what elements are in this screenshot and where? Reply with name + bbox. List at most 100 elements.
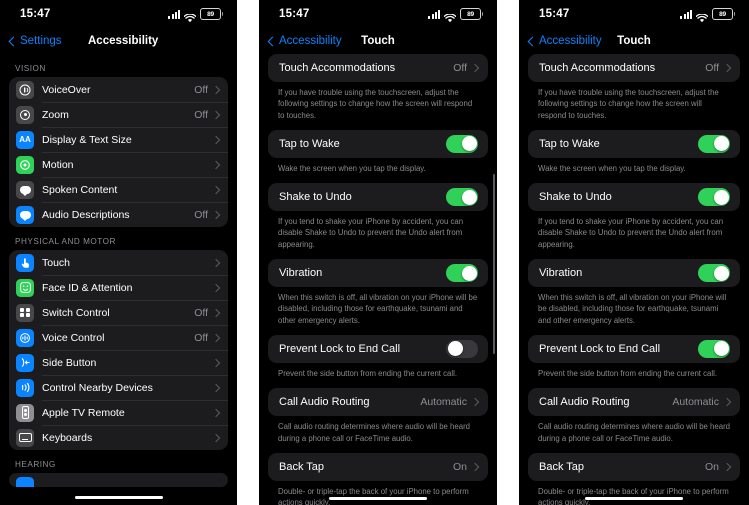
footnote-vibration: When this switch is off, all vibration o… (538, 293, 727, 325)
row-label: Prevent Lock to End Call (279, 342, 401, 355)
battery-icon: 89 (460, 8, 483, 20)
sidebar-item-audio-descriptions[interactable]: Audio Descriptions Off (9, 202, 228, 227)
control-nearby-devices-icon (16, 378, 34, 397)
switch-control-icon (16, 303, 34, 322)
chevron-right-icon (470, 63, 480, 73)
home-indicator (329, 496, 427, 500)
footnote-vibration: When this switch is off, all vibration o… (278, 293, 478, 325)
toggle-tap-to-wake[interactable] (446, 134, 478, 153)
section-header-vision: VISION (15, 64, 46, 73)
back-button-settings[interactable]: Settings (8, 35, 62, 47)
row-tap-to-wake[interactable]: Tap to Wake (268, 129, 488, 158)
battery-level: 89 (207, 10, 214, 18)
row-label: Display & Text Size (42, 133, 132, 146)
row-touch-accommodations[interactable]: Touch Accommodations Off (528, 54, 740, 82)
row-call-audio-routing[interactable]: Call Audio Routing Automatic (268, 388, 488, 417)
chevron-right-icon (211, 408, 221, 417)
section-header-hearing: HEARING (15, 460, 56, 469)
row-value: Off (453, 62, 467, 74)
apple-tv-remote-icon (16, 403, 34, 422)
footnote-shake-to-undo: If you tend to shake your iPhone by acci… (538, 217, 724, 249)
status-bar: 15:47 89 (519, 0, 749, 28)
toggle-prevent-lock-to-end-call[interactable] (446, 339, 478, 358)
footnote-prevent-lock-to-end-call: Prevent the side button from ending the … (278, 368, 457, 378)
row-call-audio-routing[interactable]: Call Audio Routing Automatic (528, 388, 740, 417)
keyboards-icon (16, 428, 34, 447)
chevron-right-icon (211, 210, 221, 219)
sidebar-item-face-id-attention[interactable]: Face ID & Attention (9, 275, 228, 300)
row-prevent-lock-to-end-call[interactable]: Prevent Lock to End Call (528, 334, 740, 363)
row-value: Automatic (420, 396, 467, 409)
screenshot-stage: 15:47 89 Settings Accessibility VISION V… (0, 0, 749, 505)
sidebar-item-spoken-content[interactable]: Spoken Content (9, 177, 228, 202)
row-prevent-lock-to-end-call[interactable]: Prevent Lock to End Call (268, 334, 488, 363)
toggle-shake-to-undo[interactable] (446, 188, 478, 207)
hearing-card-partial[interactable] (9, 473, 228, 487)
row-shake-to-undo[interactable]: Shake to Undo (528, 183, 740, 212)
status-indicators: 89 (168, 8, 223, 22)
footnote-back-tap: Double- or triple-tap the back of your i… (278, 486, 469, 505)
chevron-right-icon (470, 462, 480, 472)
chevron-right-icon (722, 398, 732, 407)
motion-icon (16, 155, 34, 174)
sidebar-item-keyboards[interactable]: Keyboards (9, 425, 228, 450)
back-button-accessibility[interactable]: Accessibility (527, 35, 602, 47)
chevron-right-icon (211, 358, 221, 367)
accessibility-list[interactable]: VISION VoiceOver Off Zoom Off AA Display… (0, 54, 237, 505)
row-value: Off (705, 62, 719, 74)
sidebar-item-apple-tv-remote[interactable]: Apple TV Remote (9, 400, 228, 425)
back-button-label: Accessibility (539, 35, 602, 47)
sidebar-item-side-button[interactable]: Side Button (9, 350, 228, 375)
sidebar-item-control-nearby-devices[interactable]: Control Nearby Devices (9, 375, 228, 400)
chevron-right-icon (211, 85, 221, 94)
side-button-icon (16, 353, 34, 372)
row-back-tap[interactable]: Back Tap On (268, 452, 488, 481)
row-label: Voice Control (42, 331, 105, 344)
sidebar-item-switch-control[interactable]: Switch Control Off (9, 300, 228, 325)
row-label: Spoken Content (42, 183, 118, 196)
row-label: Motion (42, 158, 74, 171)
sidebar-item-touch[interactable]: Touch (9, 250, 228, 275)
footnote-tap-to-wake: Wake the screen when you tap the display… (278, 163, 426, 173)
row-vibration[interactable]: Vibration (528, 259, 740, 288)
row-label: Zoom (42, 108, 69, 121)
row-value: Off (194, 83, 208, 96)
toggle-tap-to-wake[interactable] (698, 134, 730, 153)
physical-motor-card: Touch Face ID & Attention Switch Control… (9, 250, 228, 450)
sidebar-item-motion[interactable]: Motion (9, 152, 228, 177)
sidebar-item-display-text-size[interactable]: AA Display & Text Size (9, 127, 228, 152)
row-touch-accommodations[interactable]: Touch Accommodations Off (268, 54, 488, 82)
phone-panel-accessibility: 15:47 89 Settings Accessibility VISION V… (0, 0, 237, 505)
sidebar-item-zoom[interactable]: Zoom Off (9, 102, 228, 127)
touch-settings-list[interactable]: Touch Accommodations Off If you have tro… (519, 54, 749, 505)
sidebar-item-voice-control[interactable]: Voice Control Off (9, 325, 228, 350)
cellular-signal-icon (428, 9, 440, 19)
toggle-vibration[interactable] (698, 264, 730, 283)
section-header-physical-and-motor: PHYSICAL AND MOTOR (15, 237, 116, 246)
chevron-right-icon (211, 283, 221, 292)
zoom-icon (16, 105, 34, 124)
row-vibration[interactable]: Vibration (268, 259, 488, 288)
toggle-prevent-lock-to-end-call[interactable] (698, 339, 730, 358)
row-tap-to-wake[interactable]: Tap to Wake (528, 129, 740, 158)
row-label: Vibration (539, 267, 583, 280)
chevron-right-icon (470, 398, 480, 407)
row-label: Touch Accommodations (539, 62, 656, 74)
navigation-bar: Settings Accessibility (0, 28, 237, 54)
row-label: Tap to Wake (539, 137, 600, 150)
toggle-shake-to-undo[interactable] (698, 188, 730, 207)
back-button-accessibility[interactable]: Accessibility (267, 35, 342, 47)
row-shake-to-undo[interactable]: Shake to Undo (268, 183, 488, 212)
chevron-right-icon (722, 63, 732, 73)
row-back-tap[interactable]: Back Tap On (528, 452, 740, 481)
sidebar-item-voiceover[interactable]: VoiceOver Off (9, 77, 228, 102)
touch-settings-list[interactable]: Touch Accommodations Off If you have tro… (259, 54, 497, 505)
scrollbar[interactable] (493, 174, 495, 354)
spoken-content-icon (16, 180, 34, 199)
row-label: Tap to Wake (279, 137, 340, 150)
phone-panel-touch-before: 15:47 89 Accessibility Touch Touch Accom… (259, 0, 497, 505)
row-value: On (452, 460, 467, 473)
sidebar-item-hearing-partial[interactable] (9, 473, 228, 487)
toggle-vibration[interactable] (446, 264, 478, 283)
wifi-icon (183, 10, 197, 22)
